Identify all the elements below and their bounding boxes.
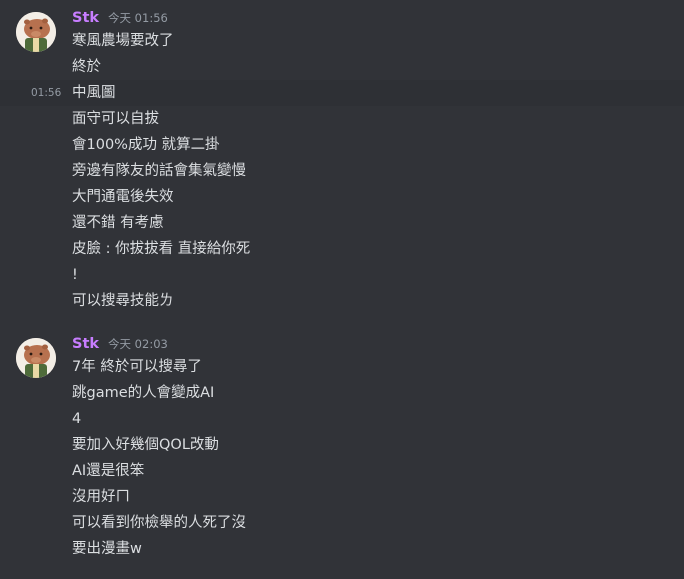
username[interactable]: Stk xyxy=(72,10,99,26)
message-line[interactable]: 7年 終於可以搜尋了 xyxy=(0,354,684,380)
message-line[interactable]: AI還是很笨 xyxy=(0,458,684,484)
message-line-hovered[interactable]: 01:56 中風圖 xyxy=(0,80,684,106)
hover-timestamp: 01:56 xyxy=(31,87,62,99)
message-line[interactable]: 旁邊有隊友的話會集氣變慢 xyxy=(0,158,684,184)
username[interactable]: Stk xyxy=(72,336,99,352)
message-text: 中風圖 xyxy=(72,85,116,101)
message-line[interactable]: 4 xyxy=(0,406,684,432)
message-line[interactable]: 要出漫畫w xyxy=(0,536,684,562)
chat-message-list: Stk 今天 01:56 寒風農場要改了 終於 01:56 中風圖 面守可以自拔… xyxy=(0,0,684,579)
message-line[interactable]: 大門通電後失效 xyxy=(0,184,684,210)
message-line[interactable]: 可以看到你檢舉的人死了沒 xyxy=(0,510,684,536)
message-line[interactable]: 沒用好ㄇ xyxy=(0,484,684,510)
message-timestamp[interactable]: 今天 02:03 xyxy=(108,336,168,352)
message-line[interactable]: 終於 xyxy=(0,54,684,80)
message-line[interactable]: 會100%成功 就算二掛 xyxy=(0,132,684,158)
message-timestamp[interactable]: 今天 01:56 xyxy=(108,10,168,26)
message-line[interactable]: 皮臉 : 你拔拔看 直接給你死 xyxy=(0,236,684,262)
message-lines: 7年 終於可以搜尋了 跳game的人會變成AI 4 要加入好幾個QOL改動 AI… xyxy=(0,354,684,562)
message-line[interactable]: ! xyxy=(0,262,684,288)
message-line[interactable]: 還不錯 有考慮 xyxy=(0,210,684,236)
message-line[interactable]: 寒風農場要改了 xyxy=(0,28,684,54)
message-line[interactable]: 跳game的人會變成AI xyxy=(0,380,684,406)
message-lines: 寒風農場要改了 終於 01:56 中風圖 面守可以自拔 會100%成功 就算二掛… xyxy=(0,28,684,314)
message-line[interactable]: 面守可以自拔 xyxy=(0,106,684,132)
message-line[interactable]: 要加入好幾個QOL改動 xyxy=(0,432,684,458)
message-line[interactable]: 可以搜尋技能ㄌ xyxy=(0,288,684,314)
